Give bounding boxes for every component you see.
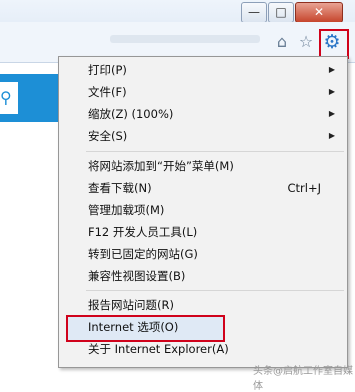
submenu-arrow-icon: ▶	[328, 131, 335, 140]
menu-item-safety[interactable]: 安全(S)	[88, 125, 346, 147]
menu-item-file[interactable]: 文件(F)	[88, 81, 346, 103]
menu-separator	[86, 151, 344, 152]
menu-item-label: 报告网站问题(R)	[88, 298, 174, 312]
menu-item-report-problems[interactable]: 报告网站问题(R)	[88, 294, 174, 316]
home-icon[interactable]: ⌂	[272, 32, 292, 52]
menu-item-label: 缩放(Z) (100%)	[88, 107, 174, 121]
menu-item-print[interactable]: 打印(P)	[88, 59, 346, 81]
menu-item-label: 打印(P)	[88, 63, 127, 77]
menu-item-add-to-start[interactable]: 将网站添加到“开始”菜单(M)	[88, 155, 234, 177]
maximize-button[interactable]: □	[268, 2, 294, 23]
submenu-arrow-icon: ▶	[328, 87, 335, 96]
menu-item-about-ie[interactable]: 关于 Internet Explorer(A)	[88, 338, 229, 360]
menu-item-internet-options[interactable]: Internet 选项(O)	[88, 316, 178, 338]
submenu-arrow-icon: ▶	[328, 65, 335, 74]
menu-item-zoom[interactable]: 缩放(Z) (100%)	[88, 103, 346, 125]
menu-item-f12-devtools[interactable]: F12 开发人员工具(L)	[88, 221, 197, 243]
menu-item-label: 关于 Internet Explorer(A)	[88, 342, 229, 356]
menu-item-pinned-sites[interactable]: 转到已固定的网站(G)	[88, 243, 198, 265]
gear-highlight-box	[319, 29, 349, 59]
menu-item-manage-addons[interactable]: 管理加载项(M)	[88, 199, 164, 221]
menu-item-label: 转到已固定的网站(G)	[88, 247, 198, 261]
menu-item-compat-view[interactable]: 兼容性视图设置(B)	[88, 265, 185, 287]
close-button[interactable]: ✕	[295, 2, 343, 23]
tools-menu: 打印(P) ▶ 文件(F) ▶ 缩放(Z) (100%) ▶ 安全(S) ▶ 将…	[58, 56, 348, 368]
menu-separator	[86, 290, 344, 291]
page-header-bar: ⚲	[0, 74, 58, 122]
menu-item-label: 安全(S)	[88, 129, 128, 143]
menu-item-label: F12 开发人员工具(L)	[88, 225, 198, 239]
search-icon[interactable]: ⚲	[0, 88, 12, 107]
address-bar[interactable]	[110, 35, 260, 43]
menu-item-label: 将网站添加到“开始”菜单(M)	[88, 159, 234, 173]
minimize-button[interactable]: —	[241, 2, 267, 23]
menu-item-label: Internet 选项(O)	[88, 320, 179, 334]
menu-item-label: 查看下载(N)	[88, 181, 152, 195]
menu-shortcut: Ctrl+J	[287, 181, 322, 195]
favorites-star-icon[interactable]: ☆	[296, 32, 316, 52]
submenu-arrow-icon: ▶	[328, 109, 335, 118]
menu-item-label: 文件(F)	[88, 85, 127, 99]
watermark: 头条@启航工作室自媒体	[253, 366, 353, 392]
menu-item-label: 兼容性视图设置(B)	[88, 269, 186, 283]
menu-item-label: 管理加载项(M)	[88, 203, 165, 217]
